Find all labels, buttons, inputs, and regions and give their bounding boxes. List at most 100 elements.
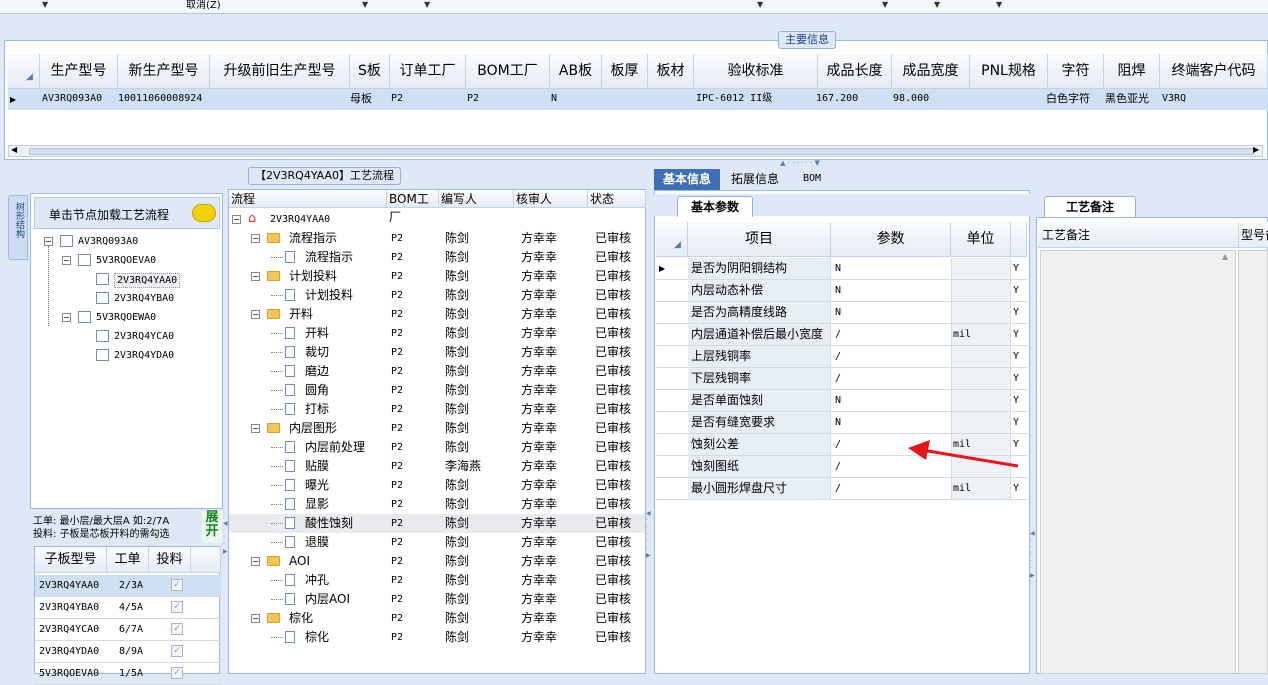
- flow-row[interactable]: 圆角 P2 陈剑 方幸幸 已审核: [229, 381, 645, 400]
- flow-row[interactable]: 开料 P2 陈剑 方幸幸 已审核: [229, 324, 645, 343]
- scroll-left-icon[interactable]: ◀: [11, 145, 17, 154]
- tree-node[interactable]: 2V3RQ4YDA0: [34, 346, 219, 365]
- column-header[interactable]: 子板型号: [35, 547, 107, 573]
- param-row[interactable]: 上层残铜率 / Y: [656, 346, 1027, 368]
- column-header[interactable]: 核审人: [514, 190, 588, 208]
- tree-node[interactable]: − 5V3RQOEWA0: [34, 308, 219, 327]
- flow-row[interactable]: 磨边 P2 陈剑 方幸幸 已审核: [229, 362, 645, 381]
- column-header[interactable]: 板材: [648, 54, 694, 89]
- expand-toggle-icon[interactable]: −: [232, 215, 241, 224]
- column-header[interactable]: BOM工厂: [466, 54, 550, 89]
- feed-checkbox[interactable]: ✓: [171, 601, 183, 613]
- expand-toggle-icon[interactable]: −: [251, 272, 260, 281]
- param-value[interactable]: /: [835, 439, 841, 451]
- column-header[interactable]: S板: [350, 54, 390, 89]
- flow-row[interactable]: − 流程指示 P2 陈剑 方幸幸 已审核: [229, 229, 645, 248]
- column-header[interactable]: 生产型号: [40, 54, 118, 89]
- flow-row[interactable]: 退膜 P2 陈剑 方幸幸 已审核: [229, 533, 645, 552]
- expand-toggle-icon[interactable]: −: [251, 614, 260, 623]
- param-row[interactable]: ▶ 是否为阴阳铜结构 N Y: [656, 258, 1027, 280]
- expand-toggle-icon[interactable]: −: [44, 237, 53, 246]
- column-header[interactable]: 投料: [149, 547, 191, 573]
- param-value[interactable]: /: [835, 461, 841, 473]
- tab-0[interactable]: 基本信息: [654, 169, 720, 190]
- param-value[interactable]: N: [835, 285, 841, 297]
- flow-row[interactable]: 冲孔 P2 陈剑 方幸幸 已审核: [229, 571, 645, 590]
- flow-row[interactable]: 贴膜 P2 李海燕 方幸幸 已审核: [229, 457, 645, 476]
- column-header[interactable]: 新生产型号: [118, 54, 210, 89]
- dropdown-arrow-icon[interactable]: ▼: [42, 0, 48, 10]
- param-row[interactable]: 内层通道补偿后最小宽度 / mil Y: [656, 324, 1027, 346]
- column-header[interactable]: 阻焊: [1104, 54, 1160, 89]
- load-process-button[interactable]: 单击节点加载工艺流程: [34, 197, 220, 229]
- feed-checkbox[interactable]: ✓: [171, 645, 183, 657]
- column-header[interactable]: 状态: [588, 190, 646, 208]
- dropdown-arrow-icon[interactable]: ▼: [362, 0, 368, 10]
- param-value[interactable]: N: [835, 395, 841, 407]
- column-header[interactable]: 订单工厂: [390, 54, 466, 89]
- cancel-button[interactable]: 取消(Z): [186, 0, 221, 13]
- expand-toggle-icon[interactable]: −: [62, 313, 71, 322]
- tree-node[interactable]: − 5V3RQOEVA0: [34, 251, 219, 270]
- param-row[interactable]: 最小圆形焊盘尺寸 / mil Y: [656, 478, 1027, 500]
- expand-button[interactable]: 展开: [202, 511, 222, 543]
- param-value[interactable]: /: [835, 329, 841, 341]
- tab-basic-params[interactable]: 基本参数: [677, 196, 753, 217]
- vertical-tab[interactable]: 树形结构: [8, 195, 28, 260]
- param-row[interactable]: 是否有缝宽要求 N Y: [656, 412, 1027, 434]
- scroll-up-icon[interactable]: ▲: [1222, 252, 1228, 261]
- column-header[interactable]: 板厚: [602, 54, 648, 89]
- param-value[interactable]: /: [835, 373, 841, 385]
- param-value[interactable]: /: [835, 483, 841, 495]
- splitter-handle[interactable]: ▲ · · · · · · ▼: [760, 160, 840, 167]
- flow-row[interactable]: 打标 P2 陈剑 方幸幸 已审核: [229, 400, 645, 419]
- feed-checkbox[interactable]: ✓: [171, 667, 183, 679]
- dropdown-arrow-icon[interactable]: ▼: [882, 0, 888, 10]
- expand-toggle-icon[interactable]: −: [251, 234, 260, 243]
- table-row[interactable]: 5V3RQOEVA0 1/5A ✓: [35, 663, 221, 685]
- collapse-bar[interactable]: ◀ · · · · · ▶: [646, 510, 652, 590]
- remark-textarea[interactable]: [1040, 250, 1236, 674]
- table-row[interactable]: 2V3RQ4YDA0 8/9A ✓: [35, 641, 221, 663]
- param-row[interactable]: 是否单面蚀刻 N Y: [656, 390, 1027, 412]
- expand-toggle-icon[interactable]: −: [251, 310, 260, 319]
- column-header[interactable]: 终端客户代码: [1160, 54, 1268, 89]
- param-value[interactable]: N: [835, 263, 841, 275]
- param-value[interactable]: /: [835, 351, 841, 363]
- flow-row[interactable]: 内层前处理 P2 陈剑 方幸幸 已审核: [229, 438, 645, 457]
- scroll-right-icon[interactable]: ▶: [1253, 145, 1259, 154]
- tab-1[interactable]: 拓展信息: [722, 169, 788, 190]
- dropdown-arrow-icon[interactable]: ▼: [996, 0, 1002, 10]
- horizontal-scrollbar[interactable]: ◀ ▶: [8, 145, 1263, 157]
- param-row[interactable]: 下层残铜率 / Y: [656, 368, 1027, 390]
- tree-node[interactable]: 2V3RQ4YAA0: [34, 270, 219, 289]
- column-header[interactable]: AB板: [550, 54, 602, 89]
- flow-row[interactable]: − 棕化 P2 陈剑 方幸幸 已审核: [229, 609, 645, 628]
- column-header[interactable]: 参数: [831, 222, 951, 257]
- column-header[interactable]: 单位: [951, 222, 1011, 257]
- table-row[interactable]: 2V3RQ4YCA0 6/7A ✓: [35, 619, 221, 641]
- expand-toggle-icon[interactable]: −: [62, 256, 71, 265]
- column-header[interactable]: 工单: [107, 547, 149, 573]
- flow-row[interactable]: − AOI P2 陈剑 方幸幸 已审核: [229, 552, 645, 571]
- column-header[interactable]: 编写人: [439, 190, 514, 208]
- tree-node[interactable]: 2V3RQ4YBA0: [34, 289, 219, 308]
- flow-row[interactable]: − 开料 P2 陈剑 方幸幸 已审核: [229, 305, 645, 324]
- scroll-thumb[interactable]: [29, 148, 1254, 155]
- expand-toggle-icon[interactable]: −: [251, 424, 260, 433]
- flow-row[interactable]: − 内层图形 P2 陈剑 方幸幸 已审核: [229, 419, 645, 438]
- column-header[interactable]: BOM工厂: [387, 190, 439, 224]
- dropdown-arrow-icon[interactable]: ▼: [934, 0, 940, 10]
- feed-checkbox[interactable]: ✓: [171, 579, 183, 591]
- dropdown-arrow-icon[interactable]: ▼: [757, 0, 763, 10]
- tab-process-remark[interactable]: 工艺备注: [1044, 196, 1136, 217]
- table-row[interactable]: 2V3RQ4YBA0 4/5A ✓: [35, 597, 221, 619]
- param-row[interactable]: 是否为高精度线路 N Y: [656, 302, 1027, 324]
- model-remark-textarea[interactable]: [1238, 250, 1268, 674]
- param-row[interactable]: 内层动态补偿 N Y: [656, 280, 1027, 302]
- column-header[interactable]: PNL规格: [970, 54, 1048, 89]
- flow-row[interactable]: 裁切 P2 陈剑 方幸幸 已审核: [229, 343, 645, 362]
- flow-row[interactable]: 流程指示 P2 陈剑 方幸幸 已审核: [229, 248, 645, 267]
- tab-2[interactable]: BOM: [790, 169, 834, 190]
- flow-row[interactable]: 棕化 P2 陈剑 方幸幸 已审核: [229, 628, 645, 647]
